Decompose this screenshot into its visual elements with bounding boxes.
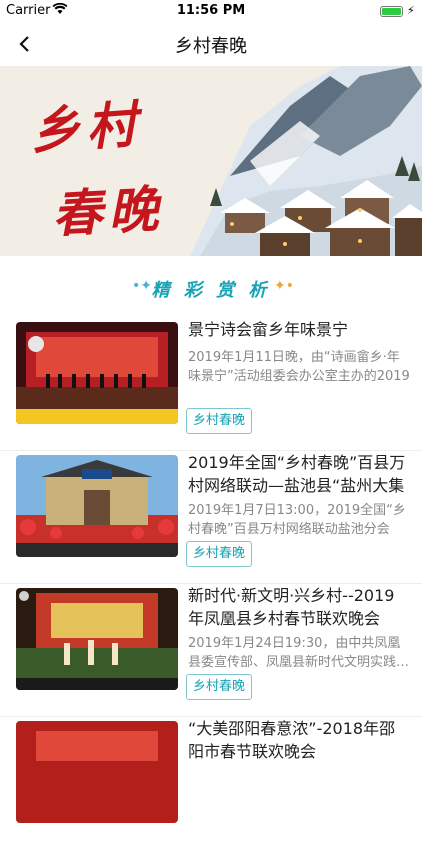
news-summary: 2019年1月11日晚，由“诗画畲乡·年味景宁”活动组委会办公室主办的2019全… [188, 350, 410, 384]
news-headline: “大美邵阳春意浓”-2018年邵阳市春节联欢晚会 [188, 719, 396, 761]
banner-title-line2: 春晚 [50, 179, 166, 244]
news-item[interactable]: 景宁诗会畲乡年味景宁 2019年1月11日晚，由“诗画畲乡·年味景宁”活动组委会… [0, 318, 422, 451]
news-thumbnail [16, 322, 178, 424]
news-tag[interactable]: 乡村春晚 [186, 541, 253, 567]
news-headline: 景宁诗会畲乡年味景宁 [188, 320, 349, 339]
news-thumbnail [16, 721, 178, 823]
navigation-bar: 乡村春晚 [0, 22, 422, 66]
sparkle-icon: •✦ [132, 278, 152, 294]
section-header: •✦ 精 彩 赏 析 ✦• [0, 268, 422, 308]
news-thumbnail [16, 588, 178, 690]
banner-title-line1: 乡村 [28, 94, 145, 161]
banner-image[interactable]: 乡村 春晚 [0, 66, 422, 256]
news-item[interactable]: “大美邵阳春意浓”-2018年邵阳市春节联欢晚会 [0, 717, 422, 850]
sparkle-icon: ✦• [274, 278, 294, 294]
news-headline: 新时代·新文明·兴乡村--2019年凤凰县乡村春节联欢晚会 [188, 586, 395, 628]
battery-icon: ⚡ [380, 4, 415, 17]
news-tag[interactable]: 乡村春晚 [186, 674, 253, 700]
news-headline: 2019年全国“乡村春晚”百县万村网络联动—盐池县“盐州大集·… [188, 453, 406, 495]
news-summary: 2019年1月24日19:30，由中共凤凰县委宣传部、凤凰县新时代文明实践… [188, 636, 410, 670]
status-bar: Carrier 11:56 PM ⚡ [0, 0, 422, 22]
news-summary: 2019年1月7日13:00，2019全国“乡村春晚”百县万村网络联动盐池分会场… [188, 503, 406, 537]
news-tag[interactable]: 乡村春晚 [186, 408, 253, 434]
news-item[interactable]: 2019年全国“乡村春晚”百县万村网络联动—盐池县“盐州大集·… 2019年1月… [0, 451, 422, 584]
page-title: 乡村春晚 [175, 36, 247, 57]
section-title: 精 彩 赏 析 [151, 280, 271, 301]
news-thumbnail [16, 455, 178, 557]
clock: 11:56 PM [176, 3, 246, 18]
news-item[interactable]: 新时代·新文明·兴乡村--2019年凤凰县乡村春节联欢晚会 2019年1月24日… [0, 584, 422, 717]
